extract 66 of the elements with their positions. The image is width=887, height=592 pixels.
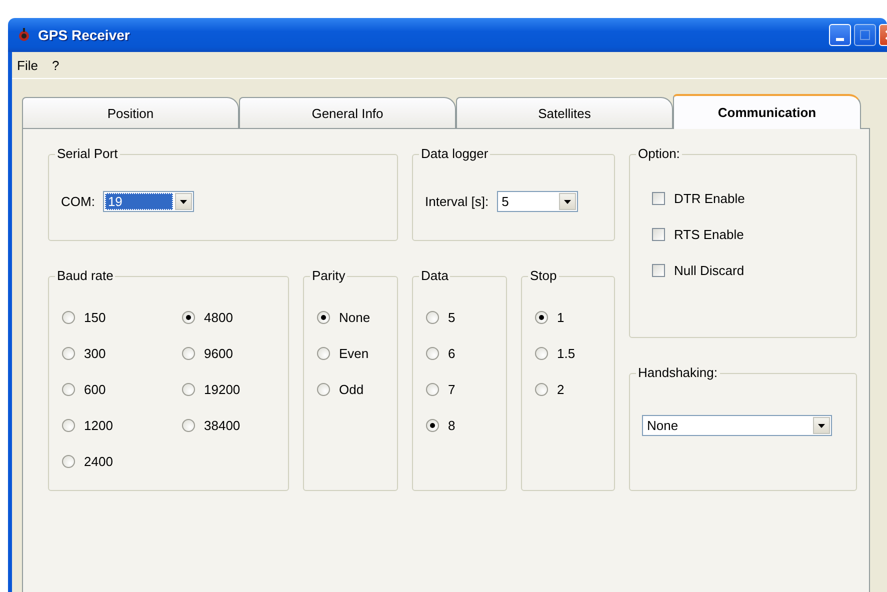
checkbox[interactable]	[652, 264, 665, 277]
radio-button[interactable]	[426, 418, 439, 432]
minimize-icon	[836, 38, 844, 40]
group-title: Option:	[636, 146, 682, 162]
radio-label: 1.5	[557, 344, 576, 362]
radio-button[interactable]	[317, 382, 330, 396]
menu-item[interactable]: ?	[50, 58, 62, 72]
field-label: COM:	[61, 194, 95, 209]
radio-label: 5	[448, 308, 456, 326]
radio-button[interactable]	[62, 310, 75, 324]
radio-button[interactable]	[317, 310, 330, 324]
checkbox[interactable]	[652, 192, 665, 205]
window-title: GPS Receiver	[38, 27, 130, 43]
radio-label: Odd	[339, 380, 364, 398]
checkbox-label: RTS Enable	[674, 226, 744, 244]
maximize-icon	[860, 30, 870, 40]
radio-label: 8	[448, 416, 456, 434]
maximize-button[interactable]	[854, 24, 876, 46]
radio-button[interactable]	[62, 346, 75, 360]
radio-label: 2	[557, 380, 564, 398]
radio-label: 4800	[204, 308, 233, 326]
group-title: Parity	[310, 268, 348, 284]
group-title: Handshaking:	[636, 365, 720, 381]
tab[interactable]: Satellites	[456, 97, 673, 128]
minimize-button[interactable]	[829, 24, 851, 46]
radio-button[interactable]	[535, 382, 548, 396]
checkbox-label: DTR Enable	[674, 190, 745, 208]
radio-button[interactable]	[182, 310, 195, 324]
radio-button[interactable]	[182, 418, 195, 432]
radio-button[interactable]	[426, 310, 439, 324]
menu-item[interactable]: File	[15, 58, 40, 72]
tab[interactable]: Communication	[673, 94, 861, 129]
radio-button[interactable]	[182, 382, 195, 396]
radio-label: 1200	[84, 416, 113, 434]
dropdown[interactable]: 19	[102, 191, 194, 212]
radio-button[interactable]	[62, 418, 75, 432]
radio-label: None	[339, 308, 370, 326]
group-title: Data logger	[419, 146, 490, 162]
radio-label: 38400	[204, 416, 240, 434]
radio-button[interactable]	[317, 346, 330, 360]
radio-button[interactable]	[426, 346, 439, 360]
radio-label: 2400	[84, 452, 113, 470]
radio-button[interactable]	[535, 346, 548, 360]
dropdown[interactable]: None	[642, 415, 832, 436]
radio-button[interactable]	[62, 382, 75, 396]
tab[interactable]: Position	[22, 97, 239, 128]
radio-label: Even	[339, 344, 369, 362]
radio-button[interactable]	[182, 346, 195, 360]
app-icon	[16, 27, 32, 43]
radio-label: 7	[448, 380, 456, 398]
checkbox-label: Null Discard	[674, 262, 744, 280]
field-label: Interval [s]:	[425, 194, 489, 209]
checkbox[interactable]	[652, 228, 665, 241]
radio-button[interactable]	[535, 310, 548, 324]
radio-button[interactable]	[426, 382, 439, 396]
radio-label: 150	[84, 308, 106, 326]
radio-label: 9600	[204, 344, 233, 362]
radio-label: 6	[448, 344, 456, 362]
radio-button[interactable]	[62, 454, 75, 468]
radio-label: 1	[557, 308, 564, 326]
radio-label: 19200	[204, 380, 240, 398]
dropdown[interactable]: 5	[496, 191, 578, 212]
group-title: Stop	[528, 268, 559, 284]
tab[interactable]: General Info	[239, 97, 456, 128]
radio-label: 600	[84, 380, 106, 398]
radio-label: 300	[84, 344, 106, 362]
